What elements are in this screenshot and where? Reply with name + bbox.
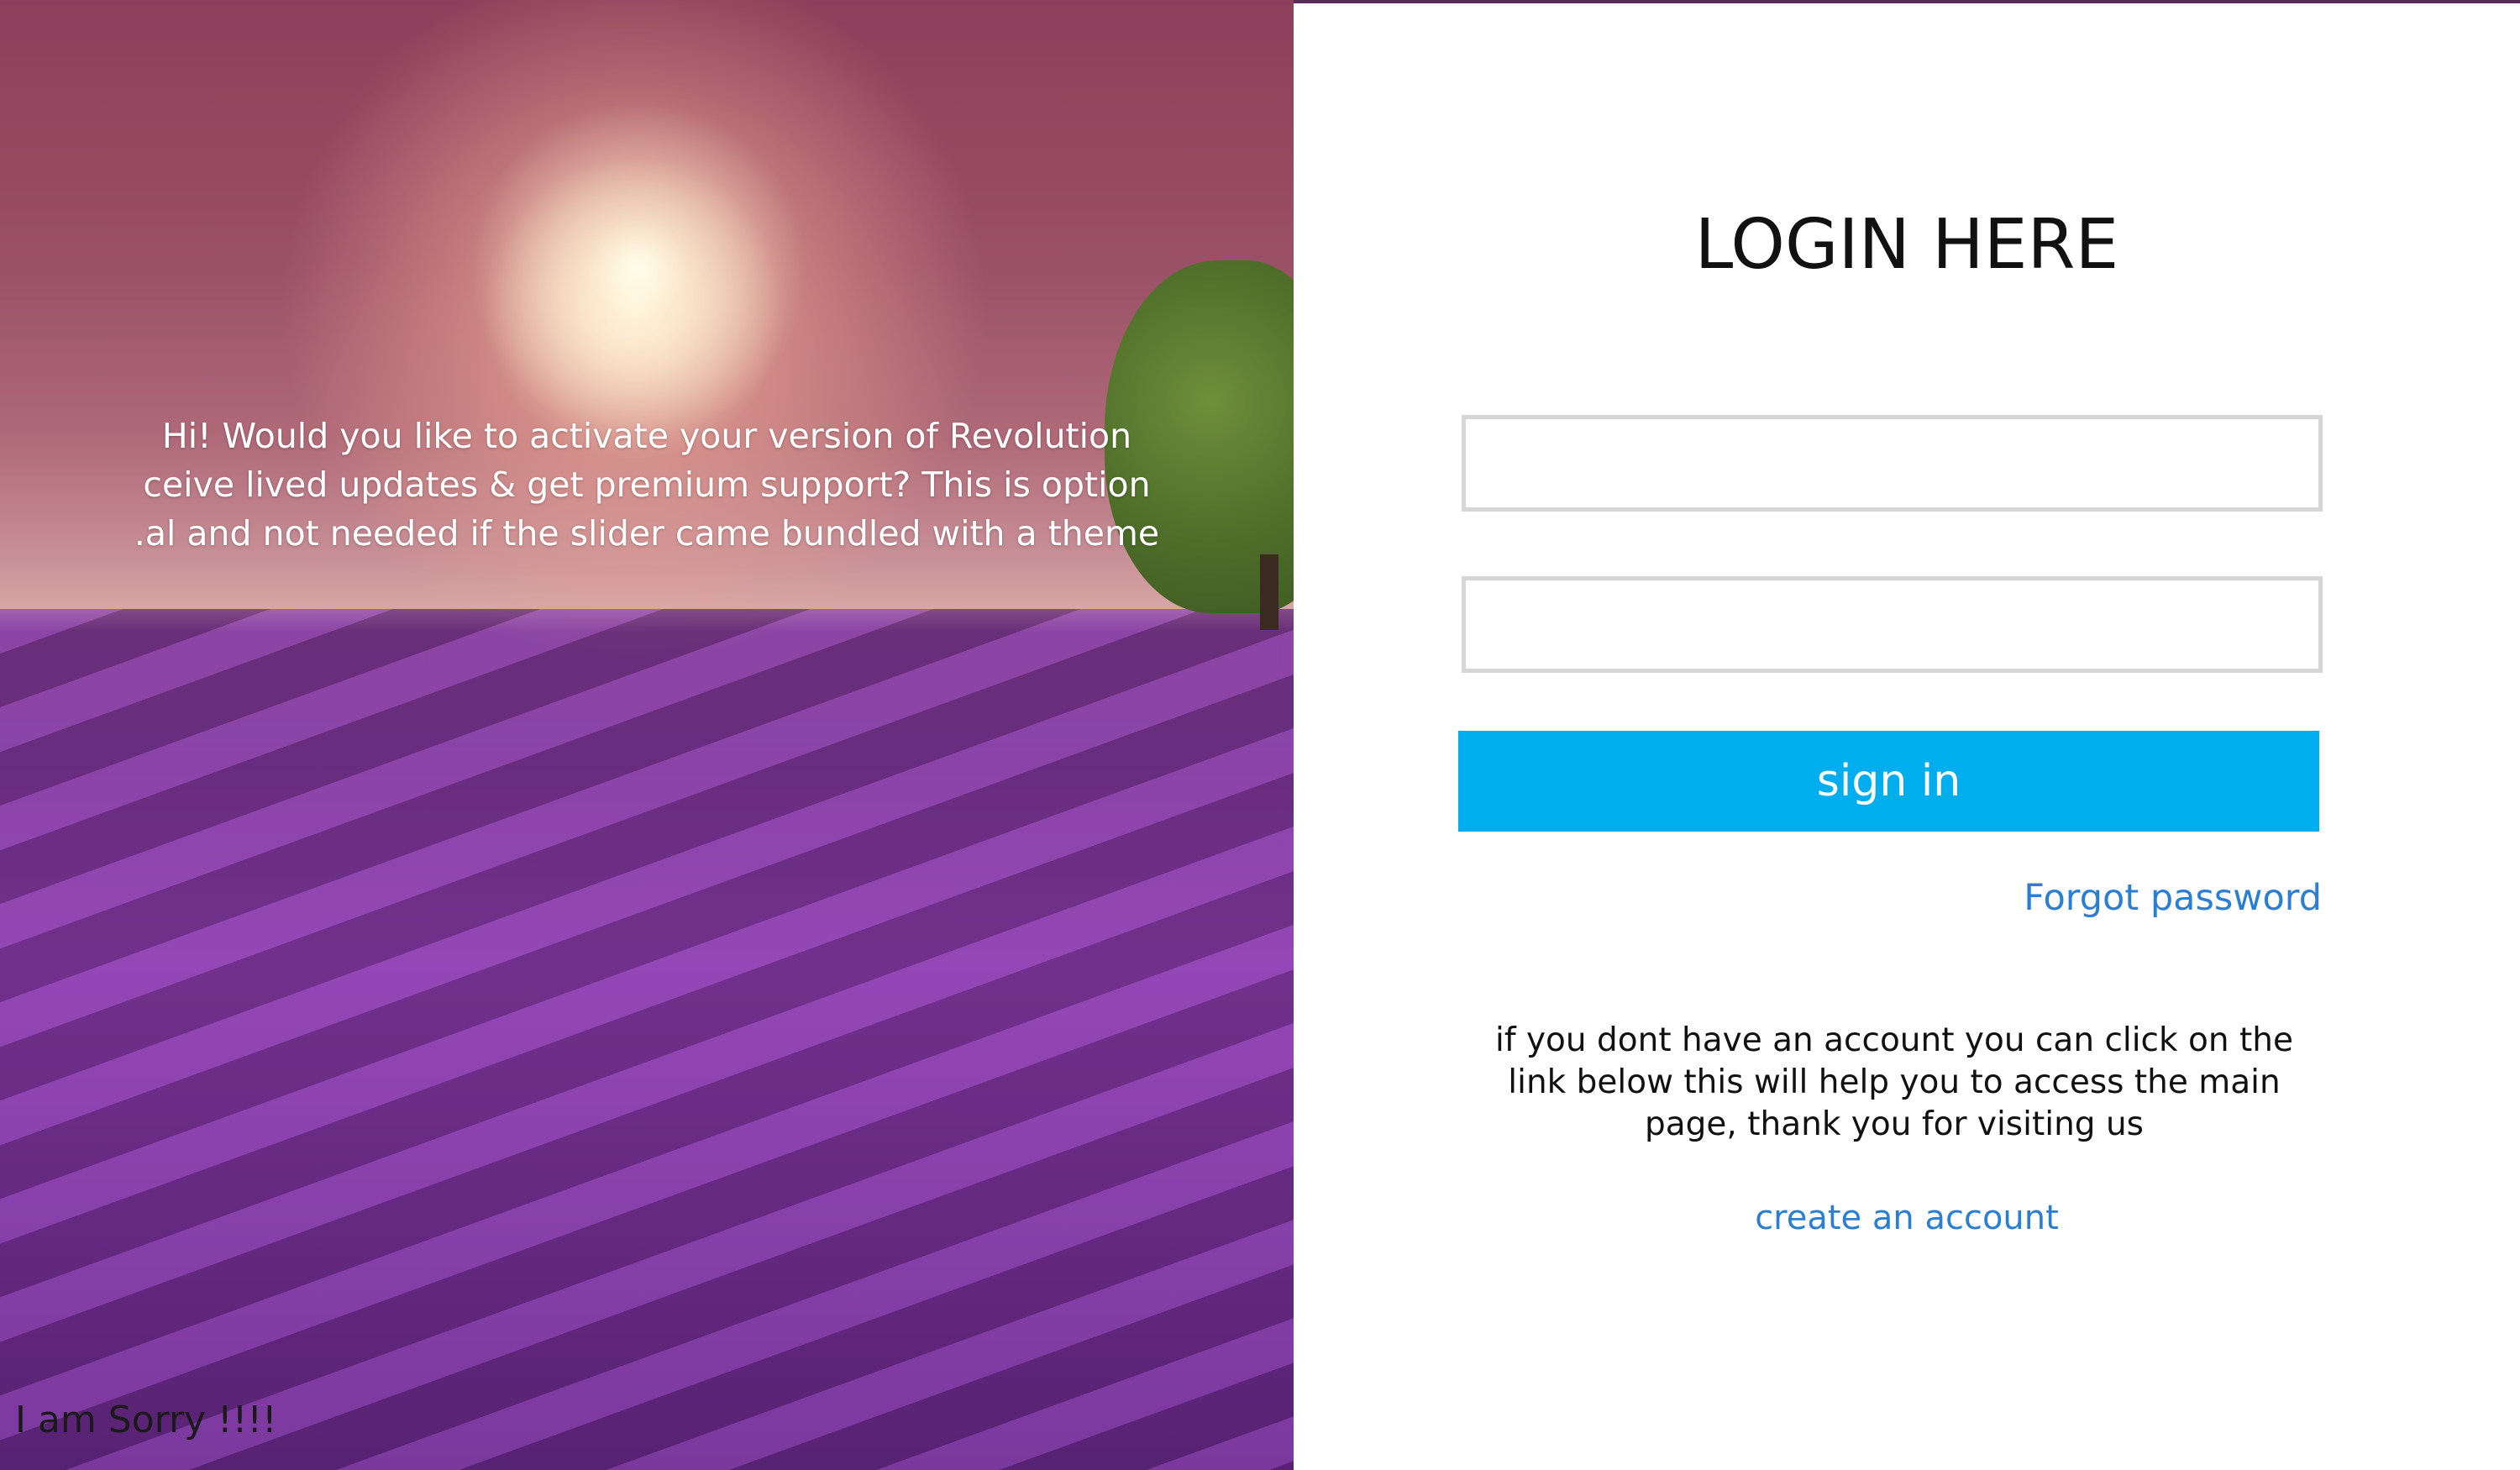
hero-message-line: ceive lived updates & get premium suppor…: [143, 465, 1151, 505]
hero-footnote: I am Sorry !!!!: [15, 1399, 277, 1441]
forgot-password-link[interactable]: Forgot password: [2024, 877, 2322, 919]
page-title: LOGIN HERE: [1694, 205, 2119, 285]
page: Hi! Would you like to activate your vers…: [0, 0, 2520, 1470]
sun-glow: [470, 101, 806, 437]
lavender-field: [0, 609, 1294, 1470]
hero-background-image: Hi! Would you like to activate your vers…: [0, 0, 1294, 1470]
account-info-line: link below this will help you to access …: [1508, 1063, 2281, 1101]
account-info-text: if you dont have an account you can clic…: [1462, 1020, 2327, 1146]
sign-in-button[interactable]: sign in: [1458, 731, 2319, 832]
username-field[interactable]: [1462, 415, 2323, 512]
hero-message: Hi! Would you like to activate your vers…: [92, 412, 1201, 558]
tree-trunk: [1260, 554, 1278, 630]
hero-message-line: Hi! Would you like to activate your vers…: [161, 416, 1132, 456]
account-info-line: page, thank you for visiting us: [1645, 1105, 2144, 1143]
login-panel: LOGIN HERE sign in Forgot password if yo…: [1294, 0, 2520, 1470]
password-field[interactable]: [1462, 576, 2323, 673]
account-info-line: if you dont have an account you can clic…: [1495, 1021, 2293, 1059]
hero-message-line: .al and not needed if the slider came bu…: [134, 513, 1160, 554]
create-account-link[interactable]: create an account: [1294, 1199, 2520, 1237]
